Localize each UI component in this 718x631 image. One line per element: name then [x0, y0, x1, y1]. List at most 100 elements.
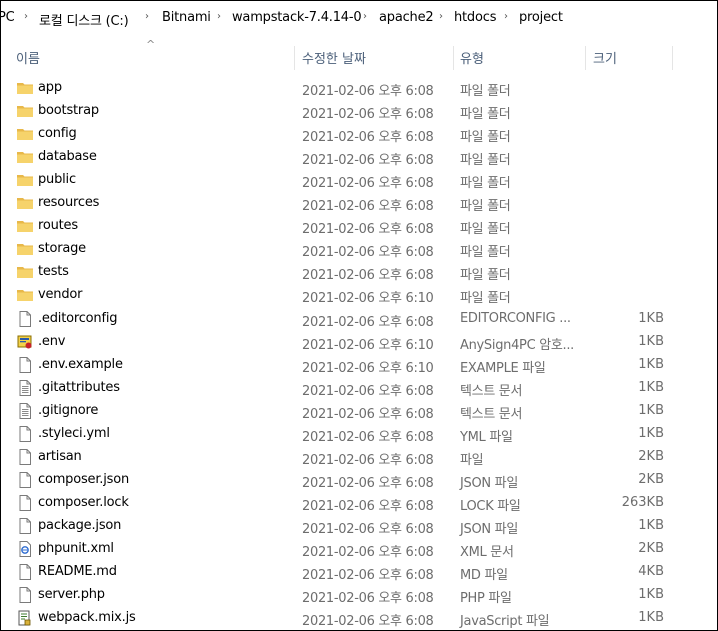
file-row[interactable]: resources 2021-02-06 오후 6:08 파일 폴더 [1, 192, 717, 215]
file-row[interactable]: tests 2021-02-06 오후 6:08 파일 폴더 [1, 261, 717, 284]
file-modified-date: 2021-02-06 오후 6:08 [302, 130, 434, 146]
file-name: .env [38, 333, 66, 349]
file-row[interactable]: phpunit.xml 2021-02-06 오후 6:08 XML 문서 2KB [1, 538, 717, 561]
chevron-right-icon[interactable]: › [363, 11, 367, 22]
file-row[interactable]: .styleci.yml 2021-02-06 오후 6:08 YML 파일 1KB [1, 423, 717, 446]
file-name: .editorconfig [38, 310, 118, 326]
folder-icon [16, 171, 34, 189]
script-file-icon [16, 609, 34, 627]
folder-icon [16, 102, 34, 120]
file-row[interactable]: config 2021-02-06 오후 6:08 파일 폴더 [1, 123, 717, 146]
file-size: 1KB [638, 379, 664, 395]
file-modified-date: 2021-02-06 오후 6:10 [302, 291, 434, 307]
file-row[interactable]: vendor 2021-02-06 오후 6:10 파일 폴더 [1, 284, 717, 307]
column-divider[interactable] [294, 46, 295, 70]
file-type: PHP 파일 [460, 591, 512, 607]
file-icon [16, 494, 34, 512]
file-name: database [38, 149, 97, 165]
chevron-right-icon[interactable]: › [504, 11, 508, 22]
column-divider[interactable] [672, 46, 673, 70]
column-divider[interactable] [585, 46, 586, 70]
sort-ascending-icon: ^ [146, 38, 156, 51]
file-size: 263KB [621, 494, 664, 510]
file-row[interactable]: webpack.mix.js 2021-02-06 오후 6:08 JavaScri… [1, 607, 717, 630]
file-row[interactable]: .env 2021-02-06 오후 6:10 AnySign4PC 암호... 1K… [1, 331, 717, 354]
file-size: 1KB [638, 610, 664, 626]
breadcrumb-wampstack[interactable]: wampstack-7.4.14-0 [232, 10, 362, 25]
file-type: 파일 폴더 [460, 222, 511, 238]
file-modified-date: 2021-02-06 오후 6:08 [302, 199, 434, 215]
breadcrumb-pc[interactable]: PC [1, 10, 15, 25]
file-type: JavaScript 파일 [460, 614, 550, 630]
file-row[interactable]: .gitattributes 2021-02-06 오후 6:08 텍스트 문서 1K… [1, 377, 717, 400]
file-name: composer.json [38, 471, 130, 487]
breadcrumb-project[interactable]: project [519, 10, 563, 25]
file-name: routes [38, 218, 78, 234]
file-icon [16, 448, 34, 466]
certificate-file-icon [16, 333, 34, 351]
file-modified-date: 2021-02-06 오후 6:08 [302, 475, 434, 491]
column-header: ^ 이름 수정한 날짜 유형 크기 [1, 38, 717, 70]
file-type: 파일 폴더 [460, 130, 511, 146]
file-size: 1KB [638, 517, 664, 533]
column-type[interactable]: 유형 [460, 48, 484, 67]
file-row[interactable]: server.php 2021-02-06 오후 6:08 PHP 파일 1KB [1, 584, 717, 607]
file-modified-date: 2021-02-06 오후 6:08 [302, 498, 434, 514]
file-name: webpack.mix.js [38, 610, 136, 626]
file-row[interactable]: .gitignore 2021-02-06 오후 6:08 텍스트 문서 1KB [1, 400, 717, 423]
breadcrumb-local-disk[interactable]: 로컬 디스크 (C:) [39, 10, 129, 29]
file-row[interactable]: package.json 2021-02-06 오후 6:08 JSON 파일 1KB [1, 515, 717, 538]
file-row[interactable]: README.md 2021-02-06 오후 6:08 MD 파일 4KB [1, 561, 717, 584]
file-name: phpunit.xml [38, 541, 114, 556]
file-row[interactable]: composer.lock 2021-02-06 오후 6:08 LOCK 파일 26… [1, 492, 717, 515]
address-bar[interactable]: PC › 로컬 디스크 (C:) › Bitnami › wampstack-7… [1, 1, 717, 36]
file-modified-date: 2021-02-06 오후 6:08 [302, 591, 434, 607]
file-name: storage [38, 241, 86, 257]
file-modified-date: 2021-02-06 오후 6:10 [302, 337, 434, 353]
file-type: YML 파일 [460, 429, 513, 445]
file-type: LOCK 파일 [460, 498, 521, 514]
file-row[interactable]: app 2021-02-06 오후 6:08 파일 폴더 [1, 77, 717, 100]
file-name: README.md [38, 564, 117, 580]
column-divider[interactable] [453, 46, 454, 70]
file-row[interactable]: artisan 2021-02-06 오후 6:08 파일 2KB [1, 446, 717, 469]
file-name: config [38, 126, 77, 142]
file-row[interactable]: storage 2021-02-06 오후 6:08 파일 폴더 [1, 238, 717, 261]
file-icon [16, 425, 34, 443]
file-type: EXAMPLE 파일 [460, 360, 546, 376]
file-size: 1KB [638, 356, 664, 372]
file-row[interactable]: public 2021-02-06 오후 6:08 파일 폴더 [1, 169, 717, 192]
folder-icon [16, 240, 34, 258]
folder-icon [16, 217, 34, 235]
folder-icon [16, 79, 34, 97]
file-modified-date: 2021-02-06 오후 6:10 [302, 360, 434, 376]
file-explorer-window: PC › 로컬 디스크 (C:) › Bitnami › wampstack-7… [0, 0, 718, 631]
file-type: 파일 폴더 [460, 84, 511, 99]
file-type: AnySign4PC 암호... [460, 337, 575, 353]
file-name: artisan [38, 448, 82, 464]
file-icon [16, 356, 34, 374]
file-row[interactable]: bootstrap 2021-02-06 오후 6:08 파일 폴더 [1, 100, 717, 123]
file-row[interactable]: database 2021-02-06 오후 6:08 파일 폴더 [1, 146, 717, 169]
chevron-right-icon[interactable]: › [217, 11, 221, 22]
chevron-right-icon[interactable]: › [439, 11, 443, 22]
file-row[interactable]: .env.example 2021-02-06 오후 6:10 EXAMPLE 파일… [1, 354, 717, 377]
file-row[interactable]: composer.json 2021-02-06 오후 6:08 JSON 파일 2K… [1, 469, 717, 492]
chevron-right-icon[interactable]: › [24, 11, 28, 22]
file-name: .gitattributes [38, 379, 120, 395]
chevron-right-icon[interactable]: › [145, 11, 149, 22]
file-name: .gitignore [38, 402, 99, 418]
file-name: app [38, 80, 62, 95]
file-icon [16, 586, 34, 604]
breadcrumb-htdocs[interactable]: htdocs [454, 10, 496, 25]
file-row[interactable]: .editorconfig 2021-02-06 오후 6:08 EDITORCON… [1, 308, 717, 331]
file-row[interactable]: routes 2021-02-06 오후 6:08 파일 폴더 [1, 215, 717, 238]
column-date[interactable]: 수정한 날짜 [302, 48, 366, 67]
file-type: 파일 [460, 452, 484, 468]
column-name[interactable]: 이름 [16, 48, 40, 67]
file-type: 파일 폴더 [460, 153, 511, 169]
breadcrumb-bitnami[interactable]: Bitnami [162, 10, 211, 25]
column-size[interactable]: 크기 [593, 48, 617, 67]
breadcrumb-apache2[interactable]: apache2 [379, 10, 434, 25]
file-size: 2KB [638, 471, 664, 487]
